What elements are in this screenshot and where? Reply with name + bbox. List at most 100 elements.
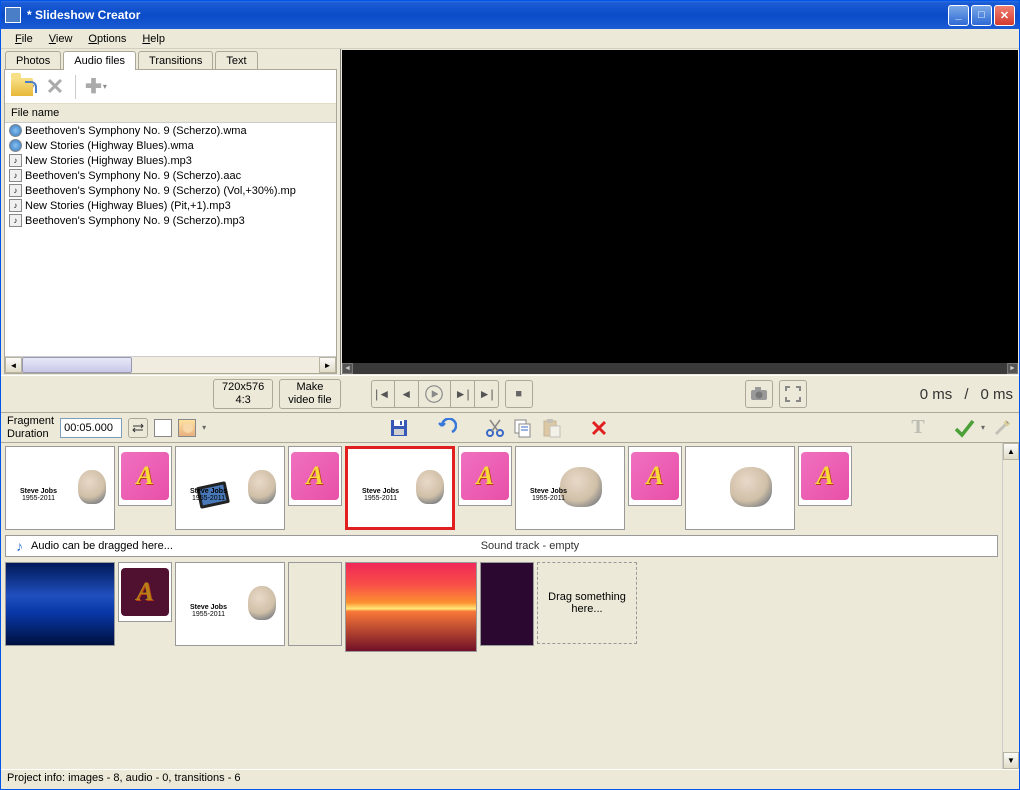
slide-1[interactable]: Steve Jobs1955-2011: [5, 446, 115, 530]
tab-photos[interactable]: Photos: [5, 51, 61, 70]
file-row[interactable]: ♪Beethoven's Symphony No. 9 (Scherzo).aa…: [5, 168, 336, 183]
audio-file-icon: [9, 124, 22, 137]
window-title: * Slideshow Creator: [27, 8, 948, 22]
slide-7[interactable]: Steve Jobs1955-2011: [175, 562, 285, 646]
separator: [75, 75, 76, 99]
file-name: Beethoven's Symphony No. 9 (Scherzo).mp3: [25, 215, 245, 227]
maximize-button[interactable]: □: [971, 5, 992, 26]
scroll-down-button[interactable]: ▼: [1003, 752, 1019, 769]
transition-4[interactable]: A: [628, 446, 682, 506]
minimize-button[interactable]: _: [948, 5, 969, 26]
timeline-toolbar: FragmentDuration ▾ T: [1, 413, 1019, 443]
audio-file-icon: ♪: [9, 214, 22, 227]
text-icon: T: [911, 416, 924, 439]
scroll-left-button[interactable]: ◄: [5, 357, 22, 373]
file-row[interactable]: ♪Beethoven's Symphony No. 9 (Scherzo).mp…: [5, 213, 336, 228]
app-icon: [5, 7, 21, 23]
stop-button[interactable]: ■: [505, 380, 533, 408]
audio-file-icon: ♪: [9, 184, 22, 197]
menu-options[interactable]: Options: [80, 31, 134, 47]
cut-button[interactable]: [484, 417, 506, 439]
add-audio-button[interactable]: ▾: [9, 73, 37, 101]
file-row[interactable]: New Stories (Highway Blues).wma: [5, 138, 336, 153]
music-note-icon: ♪: [16, 538, 23, 554]
file-row[interactable]: ♪Beethoven's Symphony No. 9 (Scherzo) (V…: [5, 183, 336, 198]
go-end-button[interactable]: ►|: [475, 380, 499, 408]
tab-transitions[interactable]: Transitions: [138, 51, 213, 70]
file-row[interactable]: ♪New Stories (Highway Blues).mp3: [5, 153, 336, 168]
audio-file-icon: ♪: [9, 199, 22, 212]
preview-scroll-left[interactable]: ◄: [342, 363, 353, 374]
file-list[interactable]: Beethoven's Symphony No. 9 (Scherzo).wma…: [5, 123, 336, 356]
fullscreen-button[interactable]: [779, 380, 807, 408]
hscrollbar[interactable]: ◄ ►: [5, 356, 336, 373]
go-start-button[interactable]: |◄: [371, 380, 395, 408]
save-button[interactable]: [388, 417, 410, 439]
duration-lock-button[interactable]: [128, 418, 148, 438]
slide-8-blank[interactable]: [288, 562, 342, 646]
play-button[interactable]: [419, 380, 451, 408]
tab-text[interactable]: Text: [215, 51, 257, 70]
add-button[interactable]: ✚▾: [82, 73, 110, 101]
transition-1[interactable]: A: [118, 446, 172, 506]
transition-3[interactable]: A: [458, 446, 512, 506]
timeline[interactable]: Steve Jobs1955-2011 A Steve Jobs1955-201…: [1, 443, 1002, 769]
slide-5[interactable]: [685, 446, 795, 530]
next-button[interactable]: ►|: [451, 380, 475, 408]
bg-color-swatch[interactable]: [154, 419, 172, 437]
menu-file[interactable]: File: [7, 31, 41, 47]
save-icon: [389, 418, 409, 438]
menu-view[interactable]: View: [41, 31, 81, 47]
resolution-button[interactable]: 720x576 4:3: [213, 379, 273, 409]
prev-button[interactable]: ◄: [395, 380, 419, 408]
preview-scrollbar[interactable]: ◄ ►: [342, 363, 1018, 374]
slide-10[interactable]: [480, 562, 534, 646]
copy-button[interactable]: [512, 417, 534, 439]
transition-2[interactable]: A: [288, 446, 342, 506]
scissors-icon: [485, 418, 505, 438]
transition-a-icon: A: [121, 452, 169, 500]
statusbar: Project info: images - 8, audio - 0, tra…: [1, 769, 1019, 789]
play-icon: [425, 385, 443, 403]
transition-5[interactable]: A: [798, 446, 852, 506]
drag-target[interactable]: Drag something here...: [537, 562, 637, 644]
fragment-duration-input[interactable]: [60, 418, 122, 438]
file-list-header[interactable]: File name: [5, 104, 336, 123]
aspect-label: 4:3: [235, 394, 250, 407]
close-button[interactable]: ✕: [994, 5, 1015, 26]
left-panel: Photos Audio files Transitions Text ▾ ✕ …: [1, 49, 341, 375]
snapshot-button[interactable]: [745, 380, 773, 408]
tab-audio-files[interactable]: Audio files: [63, 51, 136, 70]
paste-button[interactable]: [540, 417, 562, 439]
apply-button[interactable]: [953, 417, 975, 439]
timeline-vscrollbar[interactable]: ▲ ▼: [1002, 443, 1019, 769]
slide-4[interactable]: Steve Jobs1955-2011: [515, 446, 625, 530]
scroll-thumb[interactable]: [22, 357, 132, 373]
slide-6[interactable]: [5, 562, 115, 646]
swap-icon: [131, 421, 145, 435]
delete-button[interactable]: [588, 417, 610, 439]
undo-button[interactable]: [436, 417, 458, 439]
scroll-right-button[interactable]: ►: [319, 357, 336, 373]
menu-help[interactable]: Help: [134, 31, 173, 47]
preview-scroll-right[interactable]: ►: [1007, 363, 1018, 374]
controls-row: 720x576 4:3 Make video file |◄ ◄ ►| ►| ■…: [1, 375, 1019, 413]
text-tool-button[interactable]: T: [907, 417, 929, 439]
file-row[interactable]: Beethoven's Symphony No. 9 (Scherzo).wma: [5, 123, 336, 138]
file-row[interactable]: ♪New Stories (Highway Blues) (Pit,+1).mp…: [5, 198, 336, 213]
scroll-up-button[interactable]: ▲: [1003, 443, 1019, 460]
make-video-button[interactable]: Make video file: [279, 379, 340, 409]
plus-icon: ✚: [85, 74, 102, 99]
audio-track[interactable]: ♪ Audio can be dragged here... Sound tra…: [5, 535, 998, 557]
file-name: New Stories (Highway Blues).mp3: [25, 155, 192, 167]
face-detect-button[interactable]: [178, 419, 196, 437]
effects-button[interactable]: [991, 417, 1013, 439]
sound-track-empty-label: Sound track - empty: [183, 540, 877, 552]
slide-3-selected[interactable]: Steve Jobs1955-2011: [345, 446, 455, 530]
titlebar: * Slideshow Creator _ □ ✕: [1, 1, 1019, 29]
slide-2[interactable]: Steve Jobs1955-2011: [175, 446, 285, 530]
remove-audio-button[interactable]: ✕: [41, 73, 69, 101]
slide-9[interactable]: [345, 562, 477, 652]
transition-6[interactable]: A: [118, 562, 172, 622]
wand-icon: [992, 418, 1012, 438]
